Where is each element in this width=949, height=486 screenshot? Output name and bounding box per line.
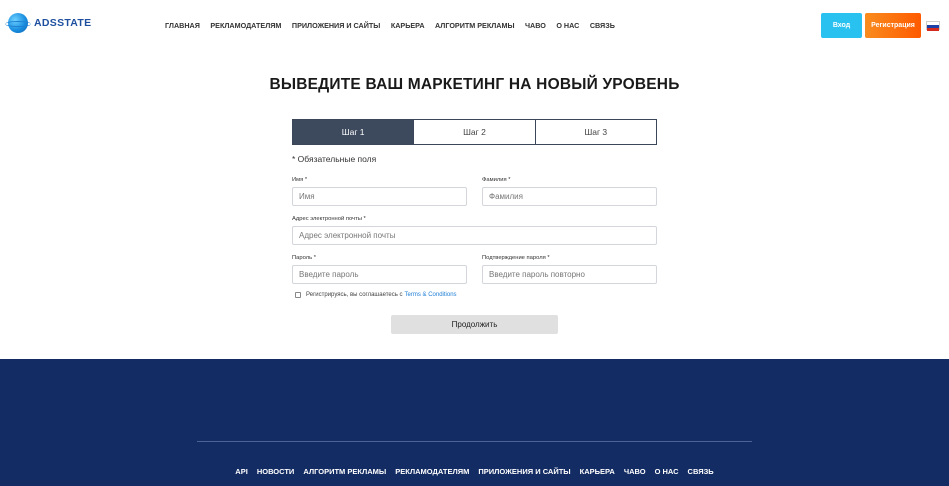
register-button[interactable]: Регистрация xyxy=(865,13,921,38)
nav-item-contact[interactable]: СВЯЗЬ xyxy=(590,21,615,30)
footer-item-contact[interactable]: СВЯЗЬ xyxy=(688,467,714,476)
footer-item-apps-sites[interactable]: ПРИЛОЖЕНИЯ И САЙТЫ xyxy=(478,467,570,476)
first-name-field[interactable] xyxy=(292,187,467,206)
password-confirm-label: Подтверждение пароля * xyxy=(482,255,550,261)
main-nav: ГЛАВНАЯ РЕКЛАМОДАТЕЛЯМ ПРИЛОЖЕНИЯ И САЙТ… xyxy=(165,21,625,30)
nav-item-career[interactable]: КАРЬЕРА xyxy=(391,21,425,30)
footer-nav: API НОВОСТИ АЛГОРИТМ РЕКЛАМЫ РЕКЛАМОДАТЕ… xyxy=(0,467,949,476)
page-title: ВЫВЕДИТЕ ВАШ МАРКЕТИНГ НА НОВЫЙ УРОВЕНЬ xyxy=(269,76,680,93)
password-field[interactable] xyxy=(292,265,467,284)
password-label: Пароль * xyxy=(292,255,316,261)
footer-item-news[interactable]: НОВОСТИ xyxy=(257,467,295,476)
nav-item-ad-algorithm[interactable]: АЛГОРИТМ РЕКЛАМЫ xyxy=(435,21,514,30)
site-footer: API НОВОСТИ АЛГОРИТМ РЕКЛАМЫ РЕКЛАМОДАТЕ… xyxy=(0,359,949,486)
password-confirm-field[interactable] xyxy=(482,265,657,284)
footer-item-career[interactable]: КАРЬЕРА xyxy=(580,467,615,476)
email-field[interactable] xyxy=(292,226,657,245)
nav-item-advertisers[interactable]: РЕКЛАМОДАТЕЛЯМ xyxy=(210,21,281,30)
footer-item-advertisers[interactable]: РЕКЛАМОДАТЕЛЯМ xyxy=(395,467,469,476)
required-fields-note: * Обязательные поля xyxy=(292,154,377,164)
nav-item-about[interactable]: О НАС xyxy=(556,21,579,30)
footer-item-about[interactable]: О НАС xyxy=(655,467,679,476)
russian-flag-icon[interactable] xyxy=(926,21,940,31)
last-name-field[interactable] xyxy=(482,187,657,206)
logo-text: ADSSTATE xyxy=(34,17,92,29)
footer-item-ad-algorithm[interactable]: АЛГОРИТМ РЕКЛАМЫ xyxy=(303,467,386,476)
nav-item-home[interactable]: ГЛАВНАЯ xyxy=(165,21,200,30)
terms-checkbox[interactable] xyxy=(295,292,301,298)
tab-step-3[interactable]: Шаг 3 xyxy=(536,120,656,144)
footer-divider xyxy=(197,441,752,442)
email-label: Адрес электронной почты * xyxy=(292,216,366,222)
last-name-label: Фамилия * xyxy=(482,177,511,183)
tab-step-2[interactable]: Шаг 2 xyxy=(414,120,536,144)
tab-step-1[interactable]: Шаг 1 xyxy=(293,120,415,144)
first-name-label: Имя * xyxy=(292,177,308,183)
step-tabs: Шаг 1 Шаг 2 Шаг 3 xyxy=(292,119,657,145)
site-header: ADSSTATE ГЛАВНАЯ РЕКЛАМОДАТЕЛЯМ ПРИЛОЖЕН… xyxy=(0,0,949,52)
terms-link[interactable]: Terms & Conditions xyxy=(405,292,457,298)
continue-button[interactable]: Продолжить xyxy=(391,315,558,334)
terms-row: Регистрируясь, вы соглашаетесь с Terms &… xyxy=(295,292,457,298)
nav-item-faq[interactable]: ЧАВО xyxy=(525,21,546,30)
globe-icon xyxy=(5,13,31,33)
logo[interactable]: ADSSTATE xyxy=(5,13,92,33)
terms-text: Регистрируясь, вы соглашаетесь с xyxy=(306,292,403,298)
footer-item-api[interactable]: API xyxy=(235,467,248,476)
footer-item-faq[interactable]: ЧАВО xyxy=(624,467,646,476)
login-button[interactable]: Вход xyxy=(821,13,862,38)
nav-item-apps-sites[interactable]: ПРИЛОЖЕНИЯ И САЙТЫ xyxy=(292,21,380,30)
